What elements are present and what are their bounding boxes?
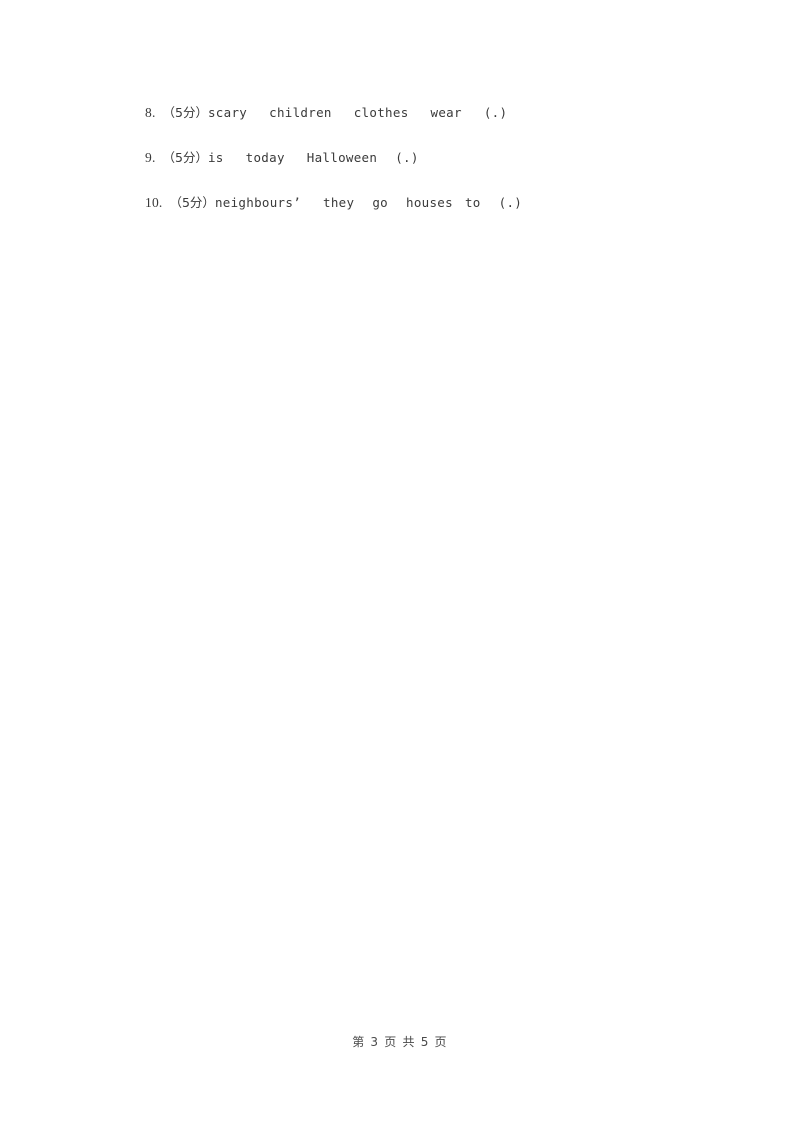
word: houses: [406, 195, 453, 210]
page-footer: 第 3 页 共 5 页: [352, 1035, 448, 1049]
question-words: neighbours’ they go houses to (.): [215, 195, 522, 211]
word: Halloween: [306, 150, 378, 165]
question-item-8: 8. （5分）scary children clothes wear (.): [145, 105, 507, 121]
word: is: [207, 150, 224, 165]
word: go: [372, 195, 388, 210]
document-page: 8. （5分）scary children clothes wear (.) 9. （5分）…: [0, 0, 800, 1132]
question-score: （5分）: [169, 195, 215, 210]
question-number: 10.: [145, 195, 163, 210]
word: to: [464, 195, 481, 210]
question-words: scary children clothes wear (.): [208, 105, 507, 121]
question-number: 9.: [145, 150, 156, 165]
question-end-mark: (.): [395, 150, 419, 165]
question-item-10: 10. （5分）neighbours’ they go houses to (.): [145, 195, 522, 211]
question-score: （5分）: [162, 105, 208, 120]
word: clothes: [353, 105, 409, 120]
word: wear: [430, 105, 462, 120]
question-end-mark: (.): [498, 195, 523, 210]
question-number: 8.: [145, 105, 156, 120]
word: today: [245, 150, 285, 165]
word: neighbours’: [214, 195, 302, 210]
question-item-9: 9. （5分）is today Halloween (.): [145, 150, 419, 166]
question-end-mark: (.): [483, 105, 508, 120]
question-words: is today Halloween (.): [208, 150, 419, 166]
question-score: （5分）: [162, 150, 208, 165]
word: children: [269, 105, 332, 120]
word: scary: [207, 105, 248, 120]
word: they: [323, 195, 355, 210]
